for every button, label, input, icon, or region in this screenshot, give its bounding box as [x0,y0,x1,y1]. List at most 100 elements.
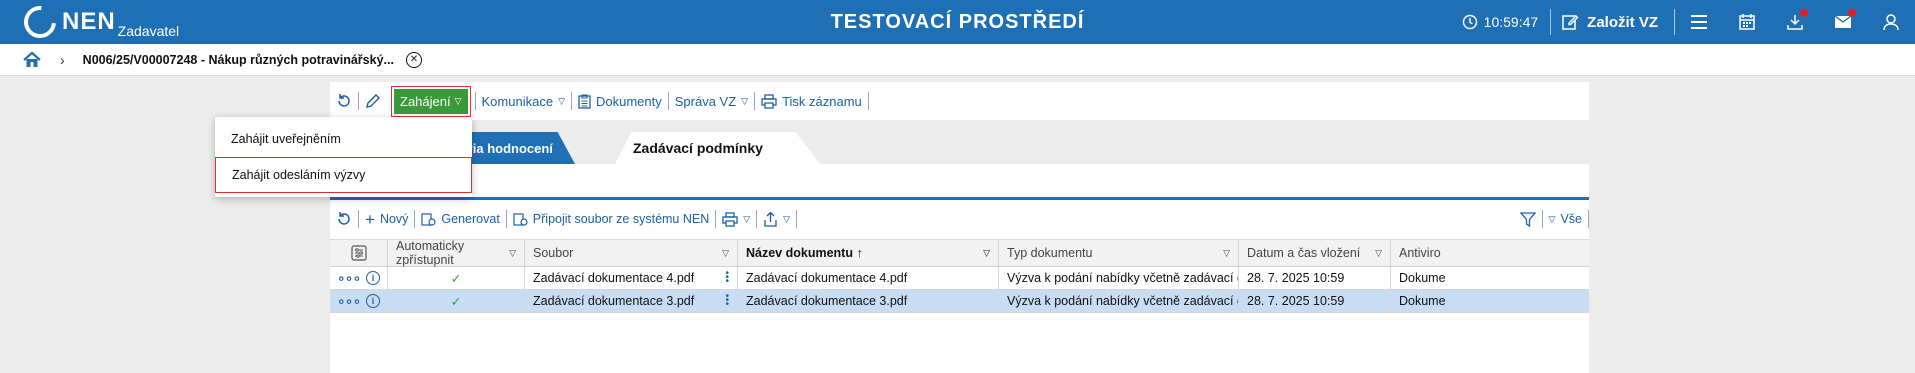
start-button-body: Zahájení ▽ [394,88,468,114]
calendar-button[interactable] [1723,0,1771,44]
column-header[interactable]: Typ dokumentu ▽ [999,240,1239,266]
session-clock: 10:59:47 [1462,14,1551,30]
filter-icon[interactable]: ▽ [1223,248,1230,259]
sort-asc-icon: ↑ [856,246,863,260]
filter-icon [1519,211,1536,227]
view-all-menu[interactable]: ▽ Vše [1543,212,1588,226]
create-vz-button[interactable]: Založit VZ [1551,13,1674,31]
column-header[interactable]: Datum a čas vložení ▽ [1239,240,1391,266]
refresh-button[interactable] [330,93,358,109]
row-actions: ∘∘∘ i [330,290,388,312]
calendar-icon [1739,14,1755,30]
info-icon[interactable]: i [366,271,381,285]
menu-button[interactable] [1675,0,1723,44]
breadcrumb-current[interactable]: N006/25/V00007248 - Nákup různých potrav… [83,53,394,67]
kebab-icon[interactable]: • • • [725,269,729,287]
notification-dot [1800,9,1808,17]
close-icon[interactable]: ✕ [405,51,422,68]
create-vz-label: Založit VZ [1587,13,1658,31]
column-name-label: Název dokumentu ↑ [746,246,863,260]
logo-text: NEN [62,8,116,35]
generate-label: Generovat [441,212,500,226]
toolbar-divider [1588,210,1589,228]
more-icon[interactable]: ∘∘∘ [337,293,361,310]
cell-auto: ✓ [388,290,525,312]
filter-icon[interactable]: ▽ [1375,248,1382,259]
filter-icon[interactable]: ▽ [983,248,990,259]
start-label: Zahájení [400,93,451,109]
cell-date: 28. 7. 2025 10:59 [1239,267,1391,289]
menu-icon [1691,15,1707,29]
new-button[interactable]: + Nový [359,211,414,228]
settings-icon [350,245,367,261]
column-header[interactable]: Soubor ▽ [525,240,738,266]
check-icon: ✓ [450,294,462,309]
main-card: Zahájení ▽ Komunikace ▽ Dokumenty Správa… [330,82,1589,373]
column-settings-button[interactable] [330,240,388,266]
home-icon[interactable] [22,50,42,70]
management-menu[interactable]: Správa VZ ▽ [669,94,754,109]
cell-name: Zadávací dokumentace 3.pdf [738,290,999,312]
column-auto-label: Automaticky zpřístupnit [396,239,465,267]
print-record-button[interactable]: Tisk záznamu [755,94,868,109]
downloads-button[interactable] [1771,0,1819,44]
chevron-down-icon: ▽ [741,95,749,106]
attach-file-button[interactable]: Připojit soubor ze systému NEN [507,212,715,227]
clock-icon [1462,14,1477,30]
column-header[interactable]: Automaticky zpřístupnit ▽ [388,239,525,267]
filter-icon[interactable]: ▽ [722,248,729,259]
plus-icon: + [365,209,375,229]
documents-button[interactable]: Dokumenty [572,94,668,109]
user-button[interactable] [1867,0,1915,44]
refresh-icon [338,94,350,107]
chevron-right-icon: › [60,51,65,68]
column-name-text: Název dokumentu [746,246,853,260]
tab-conditions[interactable]: Zadávací podmínky [615,132,820,164]
cell-auto: ✓ [388,267,525,289]
attach-icon [513,212,528,226]
export-menu[interactable]: ▽ [757,211,796,227]
column-date-label: Datum a čas vložení [1247,246,1361,260]
edit-button[interactable] [359,93,387,109]
management-label: Správa VZ [674,93,737,109]
new-label: Nový [379,212,409,226]
info-icon[interactable]: i [366,294,381,308]
file-name[interactable]: Zadávací dokumentace 4.pdf [533,271,694,285]
messages-button[interactable] [1819,0,1867,44]
print-menu[interactable]: ▽ [716,211,756,227]
check-icon: ✓ [450,271,462,286]
column-header[interactable]: Název dokumentu ↑ ▽ [738,240,999,266]
documents-table: Automaticky zpřístupnit ▽ Soubor ▽ Název… [330,239,1589,313]
filter-icon[interactable]: ▽ [509,248,516,259]
table-row[interactable]: ∘∘∘ i ✓ Zadávací dokumentace 4.pdf • • • Z… [330,267,1589,290]
filter-button[interactable] [1514,211,1542,227]
table-header: Automaticky zpřístupnit ▽ Soubor ▽ Název… [330,239,1589,267]
mail-icon [1834,15,1852,28]
chevron-down-icon: ▽ [1548,213,1556,224]
tab-conditions-label: Zadávací podmínky [633,140,763,156]
print-icon [761,93,777,109]
start-dropdown-button[interactable]: Zahájení ▽ [391,85,471,117]
generate-button[interactable]: Generovat [415,212,505,227]
menu-item-start-invitation[interactable]: Zahájit odesláním výzvy [215,157,472,193]
chevron-down-icon: ▽ [558,95,565,106]
notification-dot [1848,9,1856,17]
column-type-label: Typ dokumentu [1007,246,1093,260]
cell-file[interactable]: Zadávací dokumentace 4.pdf • • • [525,267,738,289]
column-header[interactable]: Antiviro [1391,240,1589,266]
table-row[interactable]: ∘∘∘ i ✓ Zadávací dokumentace 3.pdf • • • Z… [330,290,1589,313]
cell-type: Výzva k podání nabídky včetně zadávací d… [999,267,1239,289]
chevron-down-icon: ▽ [743,213,751,224]
communication-menu[interactable]: Komunikace ▽ [476,94,571,109]
more-icon[interactable]: ∘∘∘ [337,270,361,287]
file-name[interactable]: Zadávací dokumentace 3.pdf [533,294,694,308]
print-icon [722,211,738,227]
nen-logo[interactable]: NEN Zadavatel [17,0,179,45]
refresh-button[interactable] [330,211,358,227]
documents-toolbar: + Nový Generovat Připojit soubor ze syst… [330,204,1589,234]
clock-time: 10:59:47 [1483,14,1539,30]
menu-item-start-publication[interactable]: Zahájit uveřejněním [215,121,472,157]
cell-file[interactable]: Zadávací dokumentace 3.pdf • • • [525,290,738,312]
kebab-icon[interactable]: • • • [725,292,729,310]
cell-antivirus: Dokume [1399,271,1446,285]
